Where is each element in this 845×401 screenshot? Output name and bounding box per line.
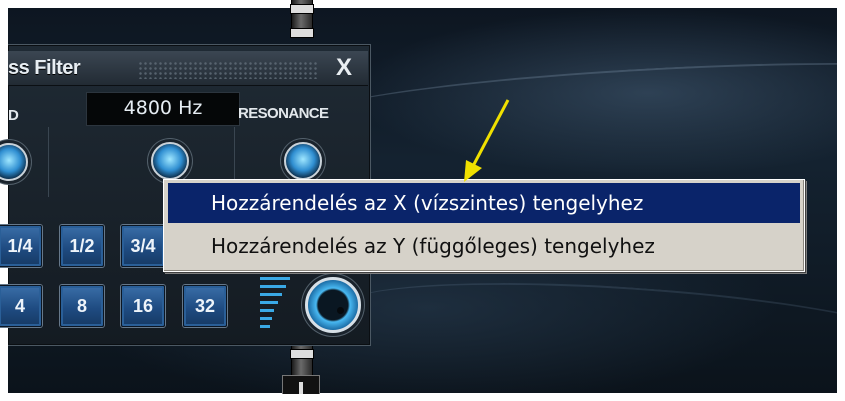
- output-knob-icon[interactable]: [305, 277, 361, 333]
- close-icon[interactable]: X: [328, 55, 360, 81]
- context-menu: Hozzárendelés az X (vízszintes) tengelyh…: [163, 179, 805, 272]
- division-button[interactable]: 16: [121, 285, 165, 327]
- division-button[interactable]: 1/4: [0, 225, 42, 267]
- frequency-display: 4800 Hz: [86, 92, 240, 126]
- menu-item-assign-x-axis[interactable]: Hozzárendelés az X (vízszintes) tengelyh…: [168, 183, 800, 223]
- division-button[interactable]: 1/2: [60, 225, 104, 267]
- resonance-label: RESONANCE: [238, 105, 329, 122]
- knob-icon[interactable]: [0, 143, 28, 181]
- menu-item-assign-y-axis[interactable]: Hozzárendelés az Y (függőleges) tengelyh…: [168, 226, 800, 266]
- division-button[interactable]: 32: [183, 285, 227, 327]
- patch-cable-top[interactable]: [290, 0, 314, 38]
- parameter-label: D: [8, 107, 19, 124]
- panel-titlebar[interactable]: ss Filter X: [8, 51, 368, 86]
- division-button[interactable]: 8: [60, 285, 104, 327]
- resonance-knob-icon[interactable]: [284, 142, 322, 180]
- level-meter: [260, 277, 298, 333]
- division-button[interactable]: 4: [0, 285, 42, 327]
- titlebar-grip: [138, 61, 318, 79]
- cutoff-knob-icon[interactable]: [151, 142, 189, 180]
- background-decoration: [335, 267, 837, 391]
- patch-plug[interactable]: [282, 375, 320, 394]
- background-decoration: [306, 49, 837, 149]
- panel-title: ss Filter: [8, 57, 81, 79]
- division-button[interactable]: 3/4: [121, 225, 165, 267]
- arrow-icon: [464, 99, 510, 182]
- divider: [48, 127, 49, 197]
